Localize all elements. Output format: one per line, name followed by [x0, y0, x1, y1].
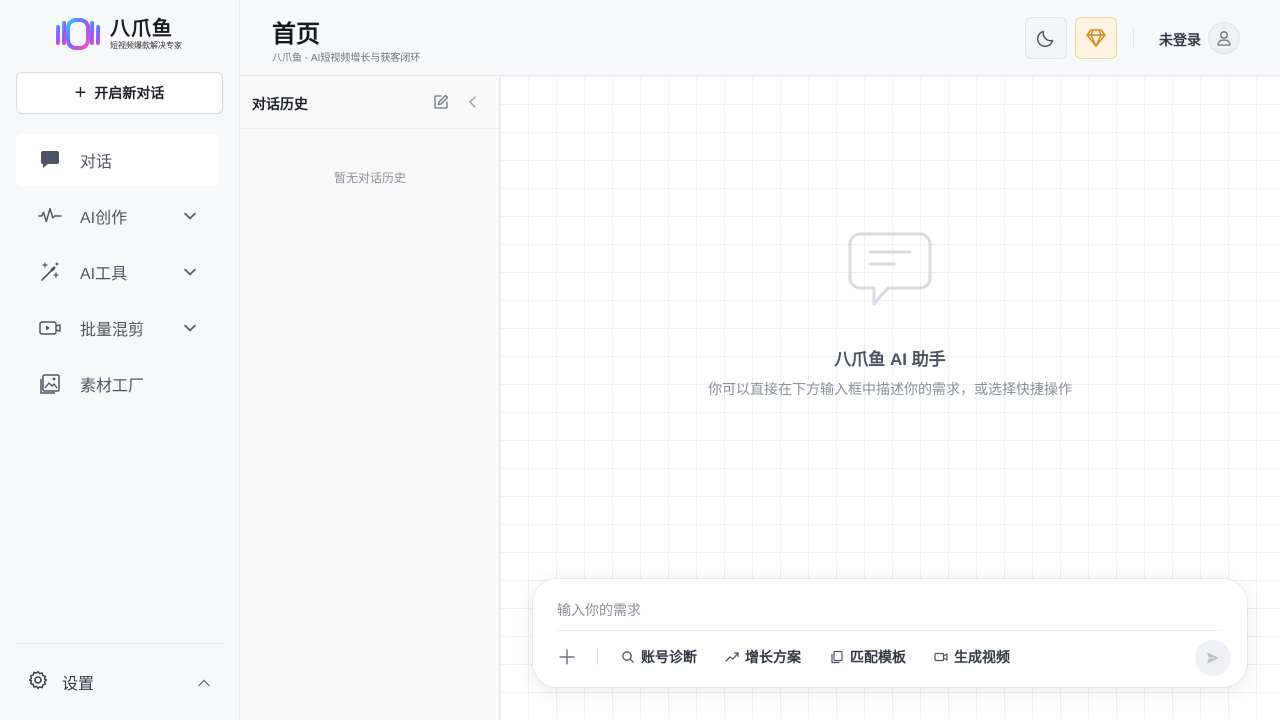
composer-divider — [557, 630, 1223, 631]
history-empty-text: 暂无对话历史 — [333, 171, 406, 185]
send-icon — [1207, 652, 1219, 664]
sidebar-item-label: AI创作 — [80, 210, 128, 227]
chevron-down-icon — [183, 265, 197, 284]
brand-name: 八爪鱼 — [110, 17, 173, 40]
quick-action-match-template[interactable]: 匹配模板 — [830, 647, 906, 667]
chevron-down-icon — [183, 321, 197, 340]
composer-separator — [597, 649, 598, 665]
sidebar-item-label: 对话 — [80, 154, 113, 171]
quick-action-generate-video[interactable]: 生成视频 — [934, 647, 1010, 667]
chevron-left-icon[interactable] — [464, 93, 482, 111]
sidebar-item-batch-edit[interactable]: 批量混剪 — [16, 302, 219, 354]
chat-bubble-icon — [38, 148, 62, 172]
login-status[interactable]: 未登录 — [1159, 30, 1201, 50]
sidebar-item-asset-factory[interactable]: 素材工厂 — [16, 358, 219, 410]
history-header: 对话历史 — [240, 76, 499, 129]
sidebar-item-label: AI工具 — [80, 266, 128, 283]
theme-toggle-button[interactable] — [1025, 17, 1067, 59]
sparkle-wave-icon — [38, 204, 62, 228]
main-chat-area: 八爪鱼 AI 助手 你可以直接在下方输入框中描述你的需求，或选择快捷操作 账号诊… — [500, 76, 1280, 720]
sidebar-nav: 对话 AI创作 AI工具 批量混剪 素材工厂 — [16, 134, 219, 414]
magic-wand-icon — [38, 260, 62, 284]
sidebar-item-chat[interactable]: 对话 — [16, 134, 219, 186]
search-icon — [622, 651, 634, 663]
avatar[interactable] — [1208, 22, 1240, 54]
quick-action-label: 增长方案 — [745, 649, 801, 665]
vip-button[interactable] — [1075, 17, 1117, 59]
new-chat-button[interactable]: + 开启新对话 — [16, 72, 223, 114]
chat-input[interactable] — [557, 595, 1223, 625]
assistant-title: 八爪鱼 AI 助手 — [834, 350, 946, 369]
brand-slogan: 短视频爆款解决专家 — [110, 40, 182, 50]
message-bubble-icon — [848, 232, 932, 306]
sidebar-item-label: 素材工厂 — [80, 378, 145, 395]
page-subtitle: 八爪鱼 - AI短视频增长与获客闭环 — [272, 53, 421, 64]
image-gallery-icon — [38, 372, 62, 396]
quick-action-account-diagnosis[interactable]: 账号诊断 — [621, 647, 697, 667]
assistant-description: 你可以直接在下方输入框中描述你的需求，或选择快捷操作 — [708, 381, 1072, 397]
octopus-logo-icon — [56, 18, 100, 50]
page-title: 首页 — [272, 21, 320, 48]
quick-action-label: 生成视频 — [954, 649, 1010, 665]
moon-icon — [1037, 30, 1054, 47]
video-camera-icon — [934, 652, 948, 662]
edit-icon[interactable] — [432, 93, 450, 111]
new-chat-label: 开启新对话 — [94, 85, 165, 101]
diamond-icon — [1086, 29, 1106, 47]
trend-up-icon — [725, 652, 739, 662]
quick-action-label: 匹配模板 — [850, 649, 906, 665]
sidebar-item-label: 批量混剪 — [80, 322, 145, 339]
video-clip-icon — [38, 316, 62, 340]
history-title: 对话历史 — [252, 96, 308, 112]
gear-icon — [28, 670, 48, 695]
user-icon — [1217, 31, 1231, 46]
quick-action-growth-plan[interactable]: 增长方案 — [725, 647, 801, 667]
chevron-up-icon — [197, 676, 211, 695]
quick-action-label: 账号诊断 — [641, 649, 697, 665]
sidebar-item-ai-create[interactable]: AI创作 — [16, 190, 219, 242]
sidebar-item-ai-tools[interactable]: AI工具 — [16, 246, 219, 298]
attach-plus-icon[interactable] — [557, 647, 577, 667]
app-root: 八爪鱼 短视频爆款解决专家 + 开启新对话 对话 AI创作 AI工具 批量混剪 … — [0, 0, 1280, 720]
settings-button[interactable]: 设置 — [16, 662, 223, 702]
chat-composer: 账号诊断 增长方案 匹配模板 生成视频 — [533, 579, 1247, 687]
header-divider — [1133, 28, 1134, 48]
plus-icon: + — [74, 82, 87, 104]
send-button[interactable] — [1195, 640, 1231, 676]
page-header: 首页 八爪鱼 - AI短视频增长与获客闭环 未登录 — [240, 0, 1280, 76]
sidebar-divider — [16, 643, 223, 644]
copy-icon — [831, 650, 843, 664]
brand-logo[interactable]: 八爪鱼 短视频爆款解决专家 — [54, 17, 182, 51]
chevron-down-icon — [183, 209, 197, 228]
settings-label: 设置 — [62, 676, 95, 693]
history-panel: 对话历史 暂无对话历史 — [240, 76, 500, 720]
sidebar: 八爪鱼 短视频爆款解决专家 + 开启新对话 对话 AI创作 AI工具 批量混剪 … — [0, 0, 240, 720]
